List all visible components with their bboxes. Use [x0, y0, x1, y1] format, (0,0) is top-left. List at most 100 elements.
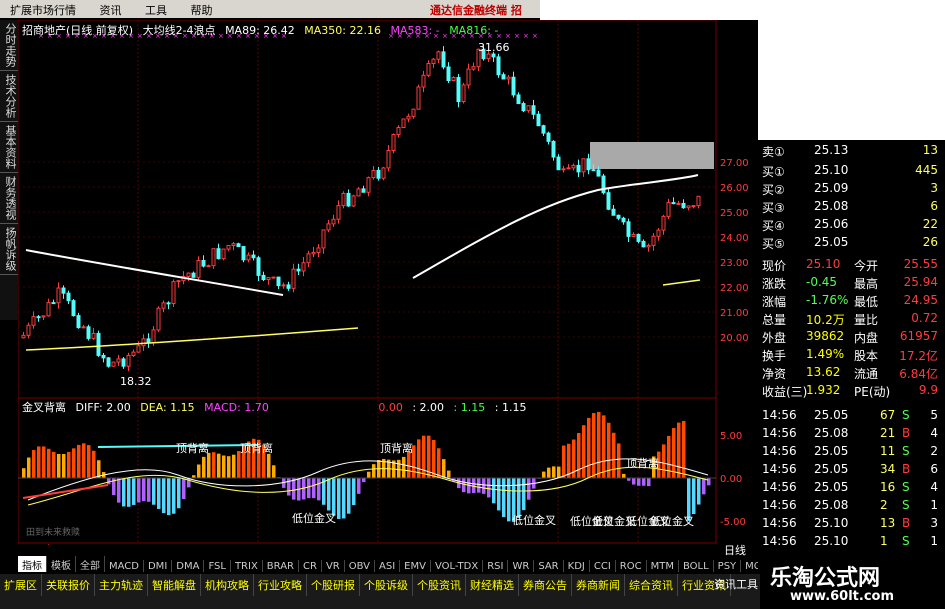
indicator-tab[interactable]: 模板	[47, 556, 76, 572]
annotation: 顶背离	[380, 441, 413, 455]
buy-row[interactable]: 买② 25.09 3	[762, 181, 940, 198]
indicator-name: 大均线2-4浪点	[142, 24, 216, 37]
macd-bar	[227, 456, 231, 478]
macd-bar	[122, 478, 126, 507]
candle-body	[106, 357, 111, 367]
tick-row: 14:56 25.05 16 S 4	[762, 480, 938, 494]
tab-fundamentals[interactable]: 基本资料	[0, 122, 18, 173]
indicator-tab[interactable]: MACD	[105, 560, 144, 572]
low-label: 18.32	[120, 375, 152, 388]
indicator-tab[interactable]: RSI	[483, 560, 509, 572]
candle-body	[256, 257, 261, 276]
indicator-tab[interactable]: 全部	[76, 556, 105, 572]
indicator-tab[interactable]: PSY	[714, 560, 742, 572]
indicator-tab[interactable]: BOLL	[679, 560, 714, 572]
bottom-tab[interactable]: 行业攻略	[254, 574, 307, 596]
period-label[interactable]: 日线	[724, 542, 746, 558]
tools-label[interactable]: 资讯工具	[714, 576, 758, 592]
buy-row[interactable]: 买③ 25.08 6	[762, 199, 940, 216]
indicator-tab[interactable]: WR	[508, 560, 535, 572]
macd-bar	[307, 478, 311, 499]
candle-body	[521, 103, 526, 112]
bottom-tab[interactable]: 个股诉级	[360, 574, 413, 596]
tab-finance[interactable]: 财务透视	[0, 173, 18, 224]
macd-bar	[32, 450, 36, 478]
candle-body	[471, 66, 476, 70]
bottom-tab[interactable]: 主力轨迹	[95, 574, 148, 596]
macd-bar	[597, 411, 601, 478]
macd-bar	[647, 478, 651, 487]
macd-bar	[97, 460, 101, 478]
left-tabs: 分时走势 技术分析 基本资料 财务透视 扬帆诉级	[0, 20, 18, 320]
candle-body	[556, 156, 561, 171]
ind-macd: MACD: 1.70	[204, 401, 269, 414]
tab-rating[interactable]: 扬帆诉级	[0, 224, 18, 275]
candle-body	[66, 292, 71, 302]
tab-timeshare[interactable]: 分时走势	[0, 20, 18, 71]
bottom-tab[interactable]: 关联报价	[42, 574, 95, 596]
price-tick: 20.00	[720, 333, 749, 344]
macd-bar	[407, 451, 411, 478]
kline-chart[interactable]: × × × × × × × × × × × × × × × × × × × × × × × × × × × × × × × × × × × × × × × ×…	[18, 20, 758, 545]
indicator-tab[interactable]: OBV	[345, 560, 375, 572]
bottom-tab[interactable]: 财经精选	[466, 574, 519, 596]
bottom-tab[interactable]: 智能解盘	[148, 574, 201, 596]
indicator-tab[interactable]: MCST	[741, 560, 758, 572]
menu-item[interactable]: 扩展市场行情	[0, 0, 86, 20]
high-label: 31.66	[478, 41, 510, 54]
indicator-tab[interactable]: FSL	[204, 560, 231, 572]
candle-body	[326, 223, 331, 231]
macd-bar	[447, 470, 451, 478]
indicator-tab[interactable]: SAR	[534, 560, 564, 572]
bottom-tab[interactable]: 个股研报	[307, 574, 360, 596]
candle-body	[76, 315, 81, 328]
menu-bar: 扩展市场行情 资讯 工具 帮助 通达信金融终端 招	[0, 0, 540, 18]
candle-body	[561, 168, 566, 171]
tab-technical[interactable]: 技术分析	[0, 71, 18, 122]
macd-bar	[667, 435, 671, 478]
menu-item[interactable]: 帮助	[181, 0, 223, 20]
indicator-tab[interactable]: 指标	[18, 556, 47, 572]
bottom-tab[interactable]: 券商新闻	[572, 574, 625, 596]
macd-bar	[697, 478, 701, 505]
bottom-tab[interactable]: 扩展区	[0, 574, 42, 596]
sell-row[interactable]: 卖① 25.13 13	[762, 143, 940, 160]
macd-bar	[677, 422, 681, 478]
annotation: 低位金叉	[650, 514, 694, 528]
candle-body	[401, 118, 406, 129]
indicator-tab[interactable]: BRAR	[263, 560, 299, 572]
indicator-tab[interactable]: KDJ	[564, 560, 590, 572]
indicator-tab[interactable]: CR	[299, 560, 322, 572]
candle-body	[216, 248, 221, 260]
macd-bar	[562, 445, 566, 478]
buy-row[interactable]: 买⑤ 25.05 26	[762, 235, 940, 252]
menu-item[interactable]: 工具	[135, 0, 177, 20]
indicator-tab[interactable]: MTM	[647, 560, 679, 572]
candle-body	[211, 248, 216, 267]
candle-body	[221, 248, 226, 260]
menu-item[interactable]: 资讯	[90, 0, 132, 20]
macd-bar	[157, 478, 161, 509]
indicator-tab[interactable]: EMV	[400, 560, 431, 572]
buy-row[interactable]: 买④ 25.06 22	[762, 217, 940, 234]
tick-row: 14:56 25.05 11 S 2	[762, 444, 938, 458]
candle-body	[266, 277, 271, 281]
bottom-tab[interactable]: 券商公告	[519, 574, 572, 596]
bottom-tab[interactable]: 机构攻略	[201, 574, 254, 596]
indicator-tab[interactable]: TRIX	[231, 560, 263, 572]
indicator-tab[interactable]: DMI	[144, 560, 173, 572]
indicator-tab[interactable]: ASI	[375, 560, 401, 572]
bottom-tab[interactable]: 综合资讯	[625, 574, 678, 596]
buy-row[interactable]: 买① 25.10 445	[762, 163, 940, 180]
indicator-tab[interactable]: CCI	[590, 560, 616, 572]
candle-body	[341, 192, 346, 207]
indicator-tab[interactable]: ROC	[616, 560, 647, 572]
bottom-tab[interactable]: 个股资讯	[413, 574, 466, 596]
indicator-tab[interactable]: VOL-TDX	[431, 560, 484, 572]
indicator-tab[interactable]: DMA	[172, 560, 205, 572]
indicator-tab[interactable]: VR	[322, 560, 345, 572]
candle-body	[496, 56, 501, 76]
candle-body	[156, 307, 161, 331]
candle-body	[176, 280, 181, 283]
candle-body	[31, 316, 36, 326]
